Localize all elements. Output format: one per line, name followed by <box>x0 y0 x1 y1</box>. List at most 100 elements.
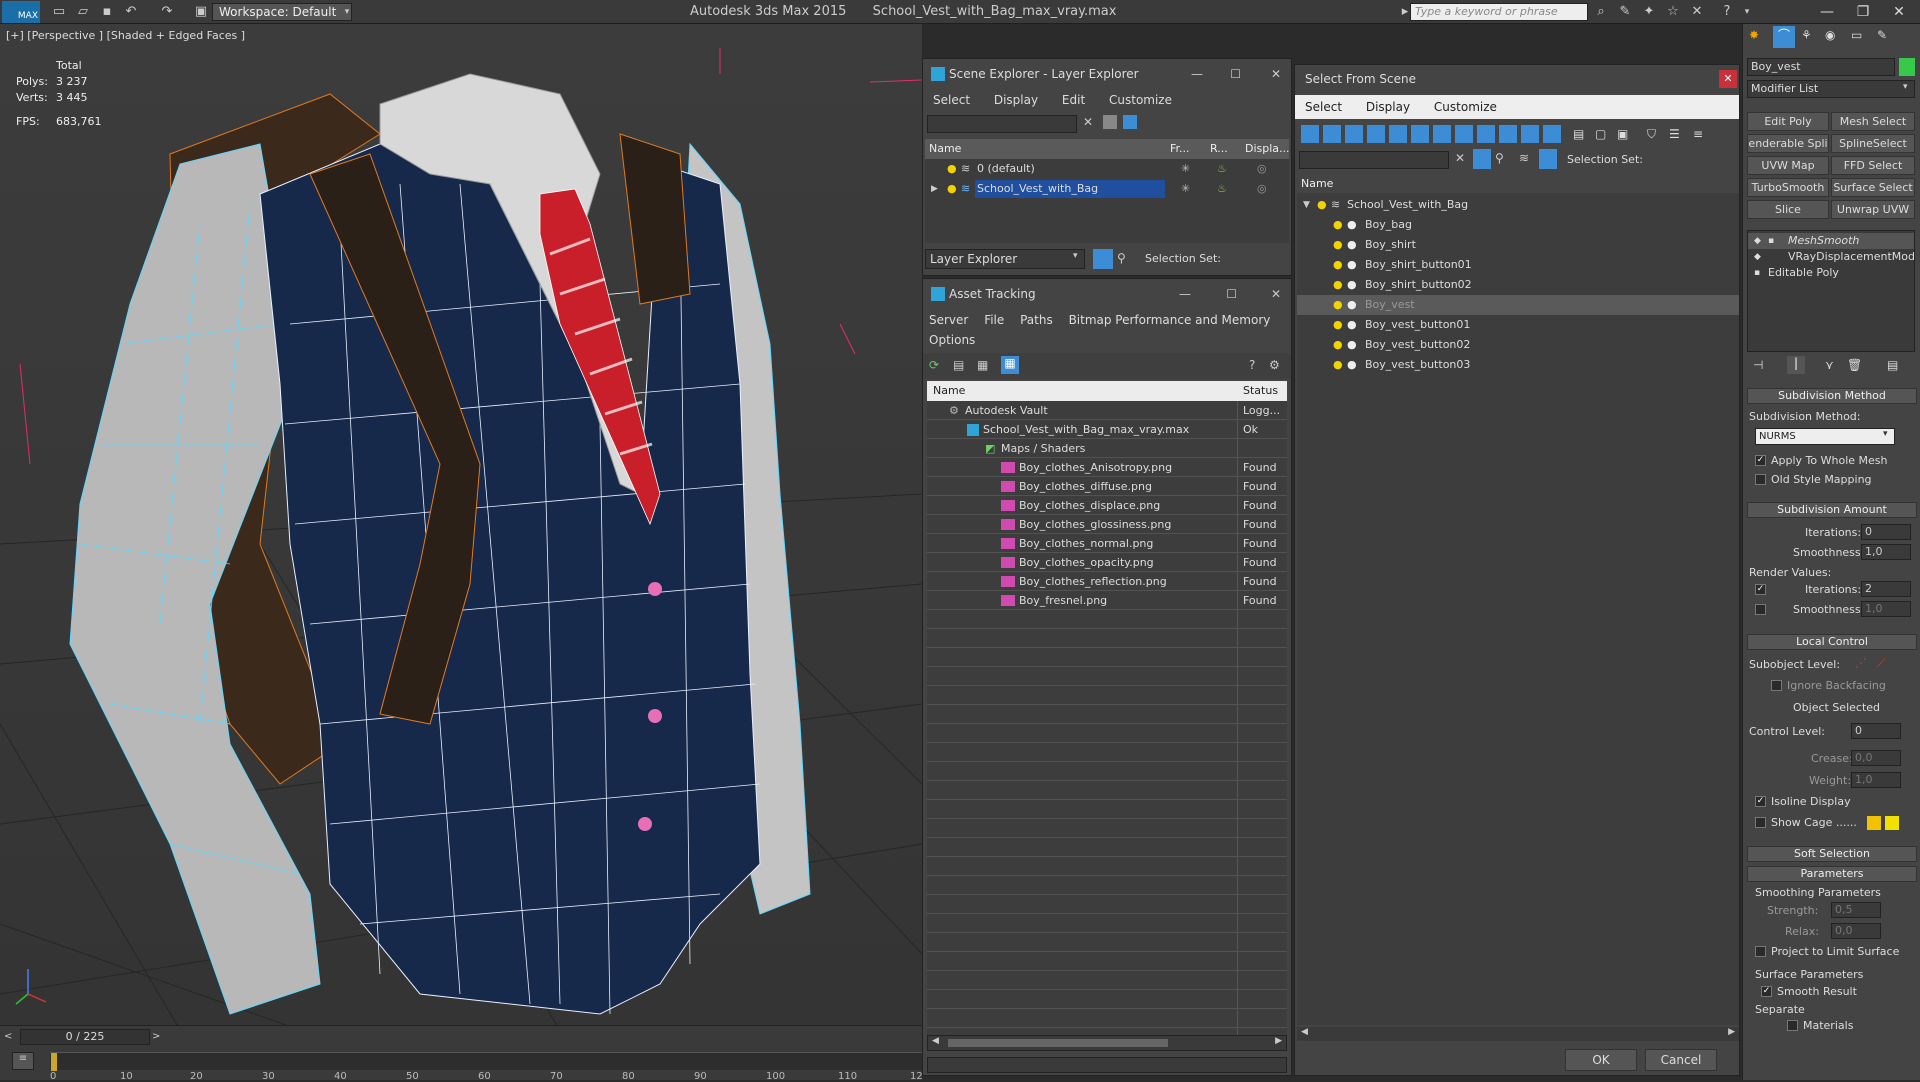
modifier-uvw-map-button[interactable]: UVW Map <box>1747 156 1829 175</box>
close-button[interactable]: ✕ <box>1271 279 1281 309</box>
local-control-rollout[interactable]: Local Control <box>1747 634 1917 650</box>
iterations-spinner[interactable]: 0 <box>1861 524 1911 540</box>
scene-explorer-search[interactable] <box>927 115 1077 133</box>
display-lights-icon[interactable] <box>1345 125 1363 143</box>
expand-arrow-icon[interactable]: ▶ <box>931 179 938 199</box>
clear-filter-icon[interactable]: ✕ <box>1083 115 1093 129</box>
asset-row[interactable]: ◩ Maps / Shaders <box>927 439 1287 458</box>
column-render[interactable]: R... <box>1210 139 1228 159</box>
tools-icon[interactable]: ✎ <box>1616 3 1634 21</box>
display-containers-icon[interactable] <box>1499 125 1517 143</box>
menu-options[interactable]: Options <box>923 329 981 351</box>
pin-icon[interactable]: ✦ <box>1640 3 1658 21</box>
lightbulb-icon[interactable]: ● <box>947 179 957 199</box>
display-cameras-icon[interactable] <box>1367 125 1385 143</box>
ok-button[interactable]: OK <box>1565 1049 1637 1071</box>
modifier-turbosmooth-button[interactable]: TurboSmooth <box>1747 178 1829 197</box>
subdivision-amount-rollout[interactable]: Subdivision Amount <box>1747 502 1917 518</box>
display-spacewarps-icon[interactable] <box>1411 125 1429 143</box>
help-icon[interactable]: ? <box>1249 358 1255 372</box>
chevron-down-icon[interactable]: ▾ <box>1903 82 1908 92</box>
display-shapes-icon[interactable] <box>1323 125 1341 143</box>
modifier-mesh-select-button[interactable]: Mesh Select <box>1831 112 1915 131</box>
open-file-icon[interactable]: ▱ <box>74 3 92 21</box>
create-tab-icon[interactable]: ✸ <box>1749 28 1759 42</box>
menu-file[interactable]: File <box>978 309 1010 331</box>
stack-item-vraydisplacement[interactable]: ◆ VRayDisplacementMod <box>1748 249 1915 265</box>
modifier-surface-select-button[interactable]: Surface Select <box>1831 178 1915 197</box>
asset-tracking-window[interactable]: Asset Tracking — ☐ ✕ Server File Paths B… <box>922 278 1292 1076</box>
save-file-icon[interactable]: ▪ <box>98 3 116 21</box>
asset-row[interactable]: Boy_clothes_normal.png Found <box>927 534 1287 553</box>
close-button[interactable]: ✕ <box>1719 70 1737 88</box>
smooth-result-checkbox[interactable]: ✓ <box>1761 986 1772 997</box>
object-row-root[interactable]: ▼ ● ≋ School_Vest_with_Bag <box>1297 195 1739 215</box>
layers-toggle-icon[interactable] <box>1093 249 1113 269</box>
lightbulb-icon[interactable]: ● <box>1333 215 1343 235</box>
asset-row[interactable]: Boy_clothes_reflection.png Found <box>927 572 1287 591</box>
render-iterations-checkbox[interactable]: ✓ <box>1755 584 1766 595</box>
track-bar[interactable]: 0 10 20 30 40 50 60 70 80 90 100 110 12 <box>50 1052 923 1082</box>
smoothness-spinner[interactable]: 1,0 <box>1861 544 1911 560</box>
modifier-slice-button[interactable]: Slice <box>1747 200 1829 219</box>
asset-row[interactable]: School_Vest_with_Bag_max_vray.max Ok <box>927 420 1287 439</box>
lightbulb-icon[interactable]: ● <box>1333 355 1343 375</box>
weight-spinner[interactable]: 1,0 <box>1851 772 1901 788</box>
minimize-button[interactable]: — <box>1810 2 1844 22</box>
lightbulb-icon[interactable]: ● <box>1317 195 1327 215</box>
object-row[interactable]: ● ● Boy_vest_button02 <box>1297 335 1739 355</box>
asset-row[interactable]: Boy_fresnel.png Found <box>927 591 1287 610</box>
column-display[interactable]: Displa... <box>1245 139 1290 159</box>
show-cage-checkbox[interactable] <box>1755 817 1766 828</box>
scroll-left-icon[interactable]: ◀ <box>1301 1027 1308 1037</box>
restore-button[interactable]: ❐ <box>1846 2 1880 22</box>
display-frozen-icon[interactable] <box>1521 125 1539 143</box>
clear-search-icon[interactable]: ✕ <box>1455 151 1465 165</box>
scroll-right-icon[interactable]: ▶ <box>1275 1036 1282 1046</box>
refresh-icon[interactable]: ⟳ <box>929 358 939 372</box>
hierarchy-mode-icon[interactable] <box>1539 149 1557 169</box>
help-dropdown-icon[interactable]: ▾ <box>1738 3 1756 21</box>
asset-row[interactable]: Boy_clothes_Anisotropy.png Found <box>927 458 1287 477</box>
chevron-down-icon[interactable]: ▾ <box>338 3 356 21</box>
old-style-mapping-checkbox[interactable] <box>1755 474 1766 485</box>
modifier-list-dropdown[interactable]: Modifier List <box>1747 80 1915 98</box>
minimize-button[interactable]: — <box>1191 59 1203 89</box>
lightbulb-icon[interactable]: ● <box>1333 315 1343 335</box>
prev-frame-button[interactable]: < <box>4 1029 18 1045</box>
time-slider-bar[interactable]: < 0 / 225 > ≡ 0 10 20 30 40 50 60 70 80 … <box>0 1025 923 1082</box>
modifier-edit-poly-button[interactable]: Edit Poly <box>1747 112 1829 131</box>
filter-icon[interactable] <box>1103 115 1117 129</box>
display-bones-icon[interactable] <box>1477 125 1495 143</box>
filter-icon[interactable]: ⛉ <box>1647 127 1656 142</box>
materials-checkbox[interactable] <box>1787 1020 1798 1031</box>
display-tab-icon[interactable]: ▭ <box>1851 28 1862 42</box>
column-name[interactable]: Name <box>1301 175 1333 193</box>
explorer-type-dropdown[interactable]: Layer Explorer <box>925 249 1085 269</box>
cage-selected-color-swatch[interactable] <box>1885 816 1899 830</box>
search-input[interactable]: Type a keyword or phrase <box>1410 3 1588 21</box>
render-icon[interactable]: ♨ <box>1217 159 1227 179</box>
cancel-button[interactable]: Cancel <box>1645 1049 1717 1071</box>
hierarchy-filter-icon[interactable]: ☰ <box>1669 127 1680 141</box>
mini-curve-editor-icon[interactable]: ≡ <box>12 1052 34 1070</box>
modifier-ffd-select-button[interactable]: FFD Select <box>1831 156 1915 175</box>
star-icon[interactable]: ☆ <box>1664 3 1682 21</box>
menu-customize[interactable]: Customize <box>1099 89 1182 111</box>
app-logo[interactable]: MAX <box>2 1 40 23</box>
menu-display[interactable]: Display <box>984 89 1048 111</box>
stack-item-editable-poly[interactable]: ▪ Editable Poly <box>1748 265 1914 281</box>
crease-spinner[interactable]: 0,0 <box>1851 750 1901 766</box>
project-limit-checkbox[interactable] <box>1755 946 1766 957</box>
scroll-left-icon[interactable]: ◀ <box>932 1036 939 1046</box>
asset-horizontal-scrollbar[interactable]: ◀ ▶ <box>927 1035 1287 1051</box>
viewport-label[interactable]: [+] [Perspective ] [Shaded + Edged Faces… <box>6 29 245 42</box>
column-freeze[interactable]: Fr... <box>1170 139 1190 159</box>
close-button[interactable]: ✕ <box>1271 59 1281 89</box>
scroll-thumb[interactable] <box>948 1039 1168 1047</box>
lightbulb-icon[interactable]: ● <box>1333 235 1343 255</box>
object-row[interactable]: ● ● Boy_shirt <box>1297 235 1739 255</box>
display-groups-icon[interactable] <box>1433 125 1451 143</box>
make-unique-icon[interactable]: ⋎ <box>1825 358 1834 372</box>
asset-row[interactable]: Boy_clothes_glossiness.png Found <box>927 515 1287 534</box>
